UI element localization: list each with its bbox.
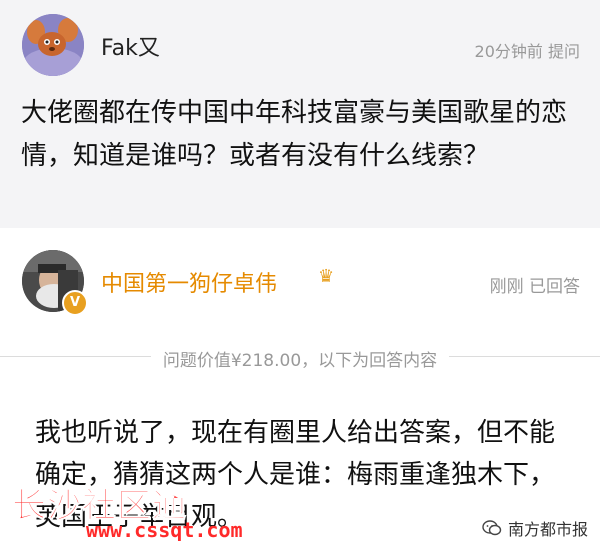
- question-author-name[interactable]: Fak又: [101, 30, 160, 62]
- source-label: 南方都市报: [482, 516, 588, 540]
- question-author-avatar[interactable]: [22, 14, 84, 76]
- question-card: Fak又 20分钟前 提问 大佬圈都在传中国中年科技富豪与美国歌星的恋情，知道是…: [0, 0, 600, 228]
- question-text: 大佬圈都在传中国中年科技富豪与美国歌星的恋情，知道是谁吗？或者有没有什么线索？: [21, 98, 568, 171]
- question-value-label: 问题价值¥218.00，以下为回答内容: [0, 346, 600, 371]
- source-name: 南方都市报: [507, 520, 588, 539]
- answer-timestamp: 刚刚 已回答: [489, 277, 580, 297]
- answer-author-name[interactable]: 中国第一狗仔卓伟: [101, 266, 277, 298]
- crown-icon: ♛: [318, 266, 335, 287]
- verified-badge: V: [62, 290, 88, 316]
- wechat-icon: [482, 520, 502, 536]
- question-timestamp: 20分钟前 提问: [474, 42, 580, 61]
- watermark-url: www.cssqt.com: [86, 518, 243, 542]
